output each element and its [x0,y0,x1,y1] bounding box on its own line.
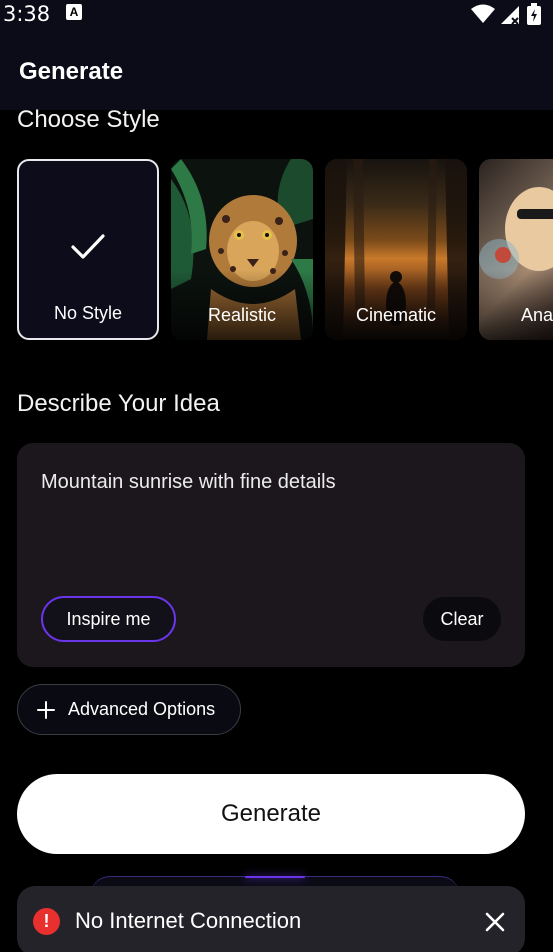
snackbar-message: No Internet Connection [75,908,302,933]
app-notification-icon: A [66,4,82,20]
style-card-label: No Style [53,303,123,323]
style-card-realistic[interactable]: Realistic [171,159,313,340]
prompt-input[interactable]: Mountain sunrise with fine details [41,471,336,494]
advanced-options-label: Advanced Options [68,699,216,719]
status-bar: 3:38 A [0,0,553,28]
prompt-input-box[interactable]: Mountain sunrise with fine details Inspi… [17,443,525,667]
clear-button[interactable]: Clear [423,597,501,641]
error-icon: ! [33,908,60,935]
inspire-me-button[interactable]: Inspire me [41,596,176,642]
status-indicators [471,3,541,25]
app-bar: Generate [0,28,553,110]
close-icon[interactable] [483,910,507,934]
cell-signal-icon [501,6,519,24]
style-carousel[interactable]: No Style Realistic Cinematic Ana [17,159,553,340]
battery-icon [527,3,541,25]
status-time: 3:38 [3,2,51,26]
check-icon [71,234,105,259]
wifi-icon [471,4,495,23]
page-title: Generate [19,58,124,85]
style-card-label: Realistic [207,305,277,325]
no-internet-snackbar: ! No Internet Connection [17,886,525,952]
describe-idea-heading: Describe Your Idea [17,390,220,417]
choose-style-heading: Choose Style [17,106,160,133]
style-card-anime[interactable]: Ana [479,159,553,340]
style-card-no-style[interactable]: No Style [17,159,159,340]
style-card-cinematic[interactable]: Cinematic [325,159,467,340]
generate-button[interactable]: Generate [17,774,525,854]
advanced-options-button[interactable]: Advanced Options [17,684,241,735]
style-card-label: Cinematic [355,305,437,325]
plus-icon [37,700,55,719]
bottom-sheet-accent [245,876,305,878]
style-card-label: Ana [521,305,553,325]
